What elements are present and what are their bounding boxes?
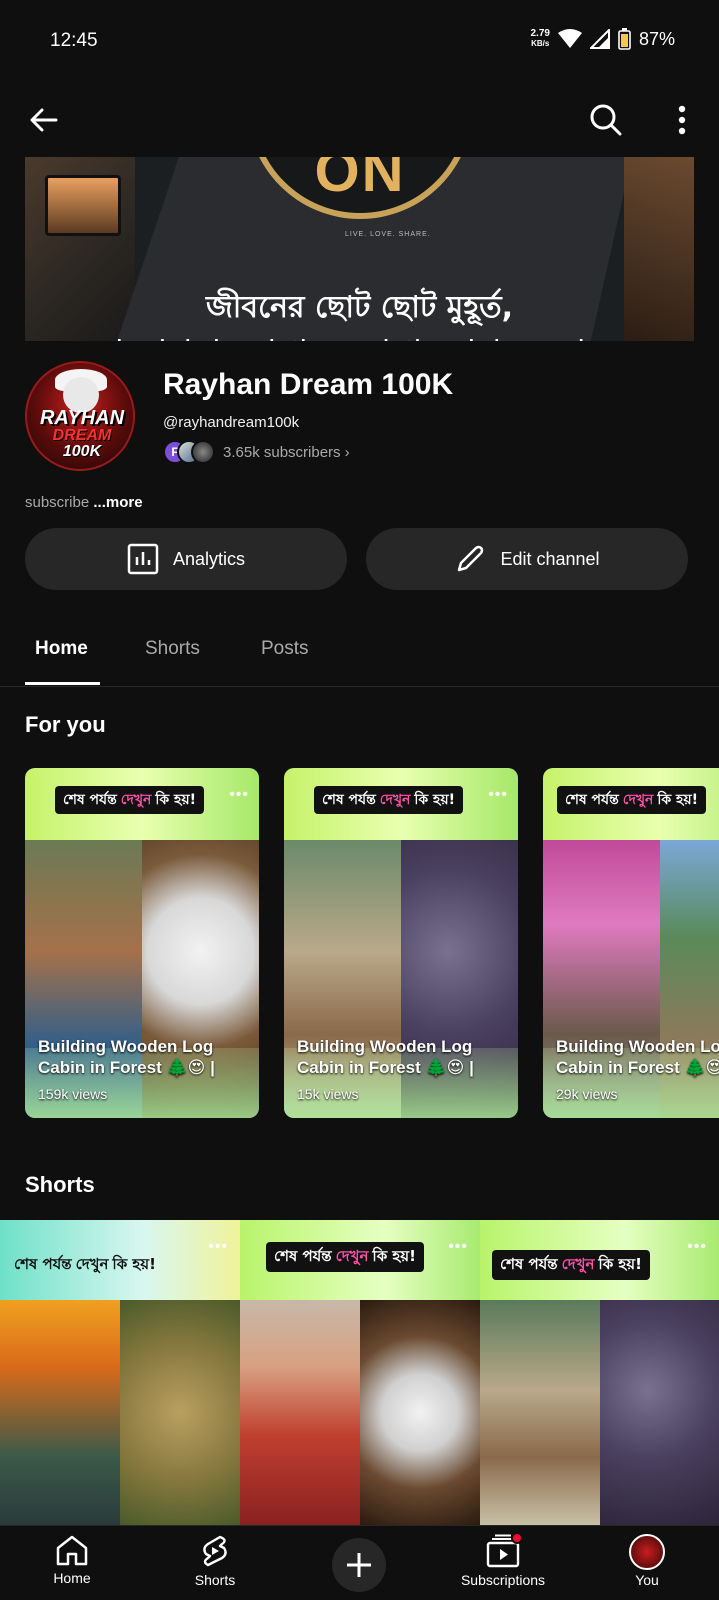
chevron-right-icon: › xyxy=(344,443,350,461)
short-card[interactable]: শেষ পর্যন্ত দেখুন কি হয়! ••• xyxy=(480,1220,719,1525)
short-thumbnail-image xyxy=(360,1300,480,1525)
video-title: Building Wooden Log Cabin in Forest 🌲😍 | xyxy=(556,1037,719,1077)
video-views: 15k views xyxy=(297,1086,359,1102)
short-thumbnail-banner: শেষ পর্যন্ত দেখুন কি হয়! xyxy=(14,1254,156,1273)
video-thumbnail-banner: শেষ পর্যন্ত দেখুন কি হয়! xyxy=(314,786,464,814)
channel-name: Rayhan Dream 100K xyxy=(163,368,454,401)
short-thumbnail-banner: শেষ পর্যন্ত দেখুন কি হয়! xyxy=(266,1242,424,1272)
banner-tagline: LIVE. LOVE. SHARE. xyxy=(345,231,431,238)
tabs-divider xyxy=(0,686,719,687)
search-icon xyxy=(590,104,622,136)
short-thumbnail-banner: শেষ পর্যন্ত দেখুন কি হয়! xyxy=(492,1250,650,1280)
back-arrow-icon xyxy=(30,108,58,132)
banner-caption-second-line: ভালোবাসার সাথে একসাথে তোমাদের কাছে। xyxy=(25,327,694,341)
battery-percent: 87% xyxy=(638,28,675,49)
channel-tabs: Home Shorts Posts xyxy=(0,620,719,686)
video-views: 29k views xyxy=(556,1086,618,1102)
nav-home[interactable]: Home xyxy=(12,1534,132,1586)
short-thumbnail-image xyxy=(600,1300,719,1525)
tab-posts[interactable]: Posts xyxy=(261,638,309,660)
video-thumbnail-banner: শেষ পর্যন্ত দেখুন কি হয়! xyxy=(557,786,707,814)
video-menu-icon[interactable]: ••• xyxy=(488,786,508,804)
subscriber-avatar xyxy=(191,440,215,464)
channel-avatar[interactable]: RAYHAN DREAM 100K xyxy=(25,361,135,471)
short-thumbnail-image xyxy=(480,1300,600,1525)
edit-channel-button[interactable]: Edit channel xyxy=(366,528,688,590)
more-link[interactable]: ...more xyxy=(93,494,142,511)
video-card[interactable]: শেষ পর্যন্ত দেখুন কি হয়! ••• Building Woo… xyxy=(284,768,518,1118)
for-you-heading: For you xyxy=(25,712,106,737)
channel-description[interactable]: subscribe ...more xyxy=(25,494,143,511)
nav-shorts[interactable]: Shorts xyxy=(155,1534,275,1588)
you-avatar xyxy=(629,1534,665,1570)
back-button[interactable] xyxy=(22,98,66,142)
video-views: 159k views xyxy=(38,1086,108,1102)
short-menu-icon[interactable]: ••• xyxy=(448,1238,468,1256)
bottom-navigation: Home Shorts Subscriptions You xyxy=(0,1525,719,1600)
short-thumbnail-image xyxy=(0,1300,120,1525)
subscriber-count: 3.65k subscribers xyxy=(223,443,341,461)
short-thumbnail-image xyxy=(240,1300,360,1525)
subscribers-row[interactable]: F 3.65k subscribers › xyxy=(163,440,350,464)
status-time: 12:45 xyxy=(50,30,98,51)
nav-subscriptions[interactable]: Subscriptions xyxy=(443,1532,563,1588)
analytics-button[interactable]: Analytics xyxy=(25,528,347,590)
short-menu-icon[interactable]: ••• xyxy=(687,1238,707,1256)
nav-you[interactable]: You xyxy=(587,1534,707,1588)
tab-shorts[interactable]: Shorts xyxy=(145,638,200,660)
search-button[interactable] xyxy=(584,98,628,142)
tab-home[interactable]: Home xyxy=(35,638,88,660)
shorts-heading: Shorts xyxy=(25,1172,95,1197)
app-bar xyxy=(0,98,719,146)
video-title: Building Wooden Log Cabin in Forest 🌲😍 | xyxy=(38,1037,215,1077)
video-card[interactable]: শেষ পর্যন্ত দেখুন কি হয়! Building Wooden … xyxy=(543,768,719,1118)
channel-banner[interactable]: ON LIVE. LOVE. SHARE. জীবনের ছোট ছোট মুহ… xyxy=(25,157,694,341)
cell-signal-icon xyxy=(589,29,610,49)
home-icon xyxy=(56,1535,88,1566)
short-thumbnail-image xyxy=(120,1300,240,1525)
pencil-icon xyxy=(458,545,484,572)
notification-dot xyxy=(511,1532,523,1544)
shorts-icon xyxy=(203,1535,227,1567)
video-card[interactable]: শেষ পর্যন্ত দেখুন কি হয়! ••• Building Woo… xyxy=(25,768,259,1118)
more-vert-icon xyxy=(678,105,686,135)
network-speed: 2.79 KB/s xyxy=(530,28,550,49)
video-thumbnail-banner: শেষ পর্যন্ত দেখুন কি হয়! xyxy=(55,786,205,814)
status-icons: 2.79 KB/s 87% xyxy=(530,28,675,50)
short-menu-icon[interactable]: ••• xyxy=(208,1238,228,1256)
video-menu-icon[interactable]: ••• xyxy=(229,786,249,804)
create-button[interactable] xyxy=(332,1538,386,1592)
active-tab-indicator xyxy=(25,682,100,685)
short-card[interactable]: শেষ পর্যন্ত দেখুন কি হয়! ••• xyxy=(0,1220,240,1525)
short-card[interactable]: শেষ পর্যন্ত দেখুন কি হয়! ••• xyxy=(240,1220,480,1525)
battery-icon xyxy=(618,28,631,50)
plus-icon xyxy=(347,1553,371,1577)
video-title: Building Wooden Log Cabin in Forest 🌲😍 | xyxy=(297,1037,474,1077)
wifi-icon xyxy=(557,29,582,48)
more-options-button[interactable] xyxy=(660,98,704,142)
channel-handle: @rayhandream100k xyxy=(163,414,300,431)
analytics-icon xyxy=(127,543,159,575)
status-bar: 12:45 2.79 KB/s 87% xyxy=(0,0,719,84)
